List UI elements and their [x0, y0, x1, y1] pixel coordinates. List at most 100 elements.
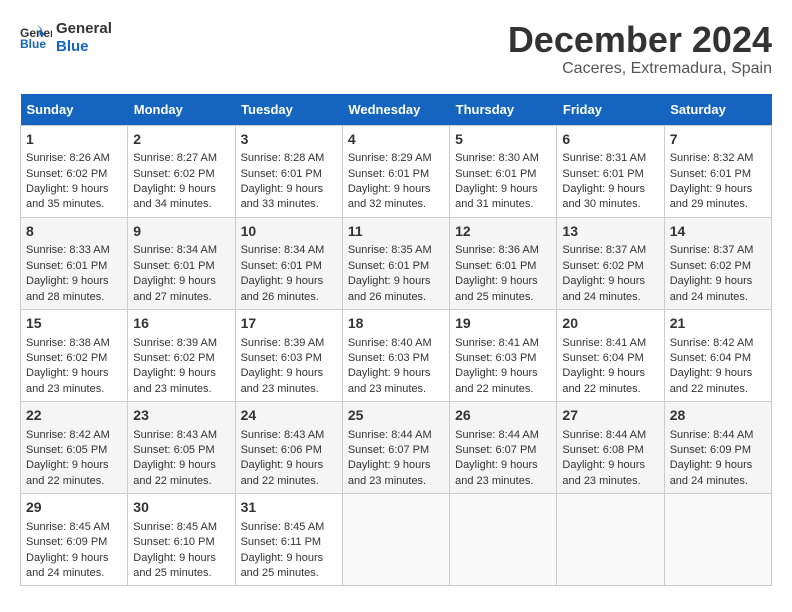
calendar-table: SundayMondayTuesdayWednesdayThursdayFrid… [20, 94, 772, 587]
daylight-info: Daylight: 9 hours and 22 minutes. [26, 459, 109, 486]
sunset-info: Sunset: 6:09 PM [670, 444, 751, 456]
calendar-cell: 13Sunrise: 8:37 AMSunset: 6:02 PMDayligh… [557, 217, 664, 309]
calendar-cell: 15 Sunrise: 8:38 AM Sunset: 6:02 PM Dayligh… [21, 309, 128, 401]
calendar-cell: 1Sunrise: 8:26 AMSunset: 6:02 PMDaylight… [21, 125, 128, 217]
day-number: 7 [670, 130, 766, 150]
calendar-title: December 2024 [508, 20, 772, 60]
sunset-info: Sunset: 6:03 PM [241, 352, 322, 364]
sunrise-info: Sunrise: 8:45 AM [133, 521, 217, 533]
day-number: 2 [133, 130, 229, 150]
sunset-info: Sunset: 6:01 PM [348, 260, 429, 272]
daylight-info: Daylight: 9 hours and 26 minutes. [241, 275, 324, 302]
weekday-header-row: SundayMondayTuesdayWednesdayThursdayFrid… [21, 94, 772, 126]
day-number: 29 [26, 498, 122, 518]
daylight-info: Daylight: 9 hours and 28 minutes. [26, 275, 109, 302]
calendar-cell: 3Sunrise: 8:28 AMSunset: 6:01 PMDaylight… [235, 125, 342, 217]
sunrise-info: Sunrise: 8:37 AM [670, 244, 754, 256]
calendar-cell: 4Sunrise: 8:29 AMSunset: 6:01 PMDaylight… [342, 125, 449, 217]
sunset-info: Sunset: 6:01 PM [26, 260, 107, 272]
calendar-cell: 7Sunrise: 8:32 AMSunset: 6:01 PMDaylight… [664, 125, 771, 217]
sunset-info: Sunset: 6:04 PM [562, 352, 643, 364]
sunrise-info: Sunrise: 8:44 AM [670, 429, 754, 441]
sunrise-info: Sunrise: 8:29 AM [348, 152, 432, 164]
sunset-info: Sunset: 6:11 PM [241, 536, 322, 548]
logo: General Blue General Blue [20, 20, 112, 56]
calendar-cell: 21Sunrise: 8:42 AMSunset: 6:04 PMDayligh… [664, 309, 771, 401]
sunrise-info: Sunrise: 8:32 AM [670, 152, 754, 164]
calendar-cell: 20Sunrise: 8:41 AMSunset: 6:04 PMDayligh… [557, 309, 664, 401]
sunset-info: Sunset: 6:05 PM [26, 444, 107, 456]
calendar-cell: 18Sunrise: 8:40 AMSunset: 6:03 PMDayligh… [342, 309, 449, 401]
daylight-info: Daylight: 9 hours and 31 minutes. [455, 183, 538, 210]
sunrise-info: Sunrise: 8:40 AM [348, 337, 432, 349]
sunrise-info: Sunrise: 8:42 AM [670, 337, 754, 349]
sunset-info: Sunset: 6:01 PM [455, 260, 536, 272]
calendar-cell: 23Sunrise: 8:43 AMSunset: 6:05 PMDayligh… [128, 402, 235, 494]
day-number: 21 [670, 314, 766, 334]
logo-blue: Blue [56, 38, 112, 56]
calendar-cell: 22Sunrise: 8:42 AMSunset: 6:05 PMDayligh… [21, 402, 128, 494]
sunset-info: Sunset: 6:02 PM [133, 168, 214, 180]
sunrise-info: Sunrise: 8:38 AM [26, 337, 110, 349]
sunset-info: Sunset: 6:02 PM [670, 260, 751, 272]
sunset-info: Sunset: 6:01 PM [348, 168, 429, 180]
daylight-info: Daylight: 9 hours and 23 minutes. [241, 367, 324, 394]
sunset-info: Sunset: 6:05 PM [133, 444, 214, 456]
weekday-sunday: Sunday [21, 94, 128, 126]
day-number: 15 [26, 314, 122, 334]
day-number: 22 [26, 406, 122, 426]
day-number: 13 [562, 222, 658, 242]
weekday-saturday: Saturday [664, 94, 771, 126]
daylight-info: Daylight: 9 hours and 23 minutes. [26, 367, 109, 394]
day-number: 14 [670, 222, 766, 242]
day-number: 24 [241, 406, 337, 426]
daylight-info: Daylight: 9 hours and 33 minutes. [241, 183, 324, 210]
sunrise-info: Sunrise: 8:26 AM [26, 152, 110, 164]
day-number: 5 [455, 130, 551, 150]
page-header: General Blue General Blue December 2024 … [20, 20, 772, 78]
daylight-info: Daylight: 9 hours and 22 minutes. [670, 367, 753, 394]
daylight-info: Daylight: 9 hours and 26 minutes. [348, 275, 431, 302]
svg-text:Blue: Blue [20, 37, 46, 51]
calendar-cell: 2 Sunrise: 8:27 AM Sunset: 6:02 PM Daylight… [128, 125, 235, 217]
sunrise-info: Sunrise: 8:41 AM [455, 337, 539, 349]
day-number: 16 [133, 314, 229, 334]
sunset-info: Sunset: 6:01 PM [562, 168, 643, 180]
week-row-5: 29Sunrise: 8:45 AMSunset: 6:09 PMDayligh… [21, 494, 772, 586]
calendar-cell: 31Sunrise: 8:45 AMSunset: 6:11 PMDayligh… [235, 494, 342, 586]
day-number: 18 [348, 314, 444, 334]
calendar-cell: 28Sunrise: 8:44 AMSunset: 6:09 PMDayligh… [664, 402, 771, 494]
day-number: 23 [133, 406, 229, 426]
daylight-info: Daylight: 9 hours and 35 minutes. [26, 183, 109, 210]
calendar-cell: 25Sunrise: 8:44 AMSunset: 6:07 PMDayligh… [342, 402, 449, 494]
sunrise-info: Sunrise: 8:27 AM [133, 152, 217, 164]
sunrise-info: Sunrise: 8:33 AM [26, 244, 110, 256]
sunrise-info: Sunrise: 8:39 AM [241, 337, 325, 349]
week-row-3: 15 Sunrise: 8:38 AM Sunset: 6:02 PM Dayligh… [21, 309, 772, 401]
day-number: 10 [241, 222, 337, 242]
day-number: 25 [348, 406, 444, 426]
daylight-info: Daylight: 9 hours and 34 minutes. [133, 183, 216, 210]
sunset-info: Sunset: 6:08 PM [562, 444, 643, 456]
calendar-cell: 30Sunrise: 8:45 AMSunset: 6:10 PMDayligh… [128, 494, 235, 586]
calendar-cell: 17Sunrise: 8:39 AMSunset: 6:03 PMDayligh… [235, 309, 342, 401]
sunrise-info: Sunrise: 8:37 AM [562, 244, 646, 256]
day-number: 6 [562, 130, 658, 150]
calendar-cell: 12Sunrise: 8:36 AMSunset: 6:01 PMDayligh… [450, 217, 557, 309]
sunrise-info: Sunrise: 8:28 AM [241, 152, 325, 164]
weekday-wednesday: Wednesday [342, 94, 449, 126]
calendar-cell [450, 494, 557, 586]
day-number: 28 [670, 406, 766, 426]
sunset-info: Sunset: 6:07 PM [348, 444, 429, 456]
daylight-info: Daylight: 9 hours and 27 minutes. [133, 275, 216, 302]
sunset-info: Sunset: 6:02 PM [26, 352, 107, 364]
calendar-subtitle: Caceres, Extremadura, Spain [508, 60, 772, 78]
daylight-info: Daylight: 9 hours and 23 minutes. [348, 459, 431, 486]
daylight-info: Daylight: 9 hours and 32 minutes. [348, 183, 431, 210]
sunrise-info: Sunrise: 8:44 AM [562, 429, 646, 441]
calendar-cell [664, 494, 771, 586]
weekday-friday: Friday [557, 94, 664, 126]
day-number: 1 [26, 130, 122, 150]
sunset-info: Sunset: 6:02 PM [133, 352, 214, 364]
calendar-cell: 19Sunrise: 8:41 AMSunset: 6:03 PMDayligh… [450, 309, 557, 401]
